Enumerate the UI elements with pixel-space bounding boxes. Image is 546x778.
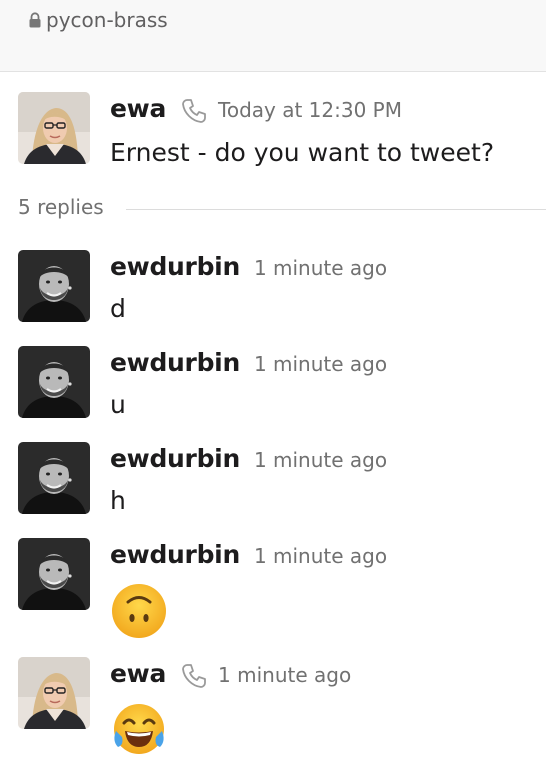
- user-photo: [18, 442, 90, 514]
- user-photo: [18, 346, 90, 418]
- timestamp[interactable]: 1 minute ago: [254, 448, 387, 472]
- author-name[interactable]: ewa: [110, 94, 166, 123]
- channel-header: pycon-brass: [0, 0, 546, 72]
- phone-icon[interactable]: [180, 97, 208, 125]
- lock-icon: [29, 12, 41, 28]
- message-text: u: [110, 390, 126, 419]
- user-photo: [18, 538, 90, 610]
- timestamp[interactable]: Today at 12:30 PM: [218, 98, 402, 122]
- message-text: h: [110, 486, 126, 515]
- timestamp[interactable]: 1 minute ago: [254, 352, 387, 376]
- avatar[interactable]: [18, 538, 90, 610]
- avatar[interactable]: [18, 92, 90, 164]
- message-text: d: [110, 294, 126, 323]
- author-name[interactable]: ewdurbin: [110, 444, 240, 473]
- replies-divider: 5 replies: [18, 195, 546, 223]
- channel-name: pycon-brass: [46, 8, 168, 32]
- user-photo: [18, 92, 90, 164]
- avatar[interactable]: [18, 250, 90, 322]
- avatar[interactable]: [18, 657, 90, 729]
- message-text: Ernest - do you want to tweet?: [110, 138, 495, 167]
- user-photo: [18, 657, 90, 729]
- author-name[interactable]: ewdurbin: [110, 348, 240, 377]
- channel-title[interactable]: pycon-brass: [28, 8, 168, 32]
- upside-down-face-icon: [112, 584, 166, 638]
- author-name[interactable]: ewdurbin: [110, 252, 240, 281]
- divider-line: [126, 209, 546, 210]
- author-name[interactable]: ewdurbin: [110, 540, 240, 569]
- phone-icon[interactable]: [180, 662, 208, 690]
- user-photo: [18, 250, 90, 322]
- timestamp[interactable]: 1 minute ago: [254, 544, 387, 568]
- timestamp[interactable]: 1 minute ago: [254, 256, 387, 280]
- avatar[interactable]: [18, 346, 90, 418]
- timestamp[interactable]: 1 minute ago: [218, 663, 351, 687]
- author-name[interactable]: ewa: [110, 659, 166, 688]
- avatar[interactable]: [18, 442, 90, 514]
- tears-of-joy-icon: [114, 704, 164, 754]
- reply-count: 5 replies: [18, 195, 104, 219]
